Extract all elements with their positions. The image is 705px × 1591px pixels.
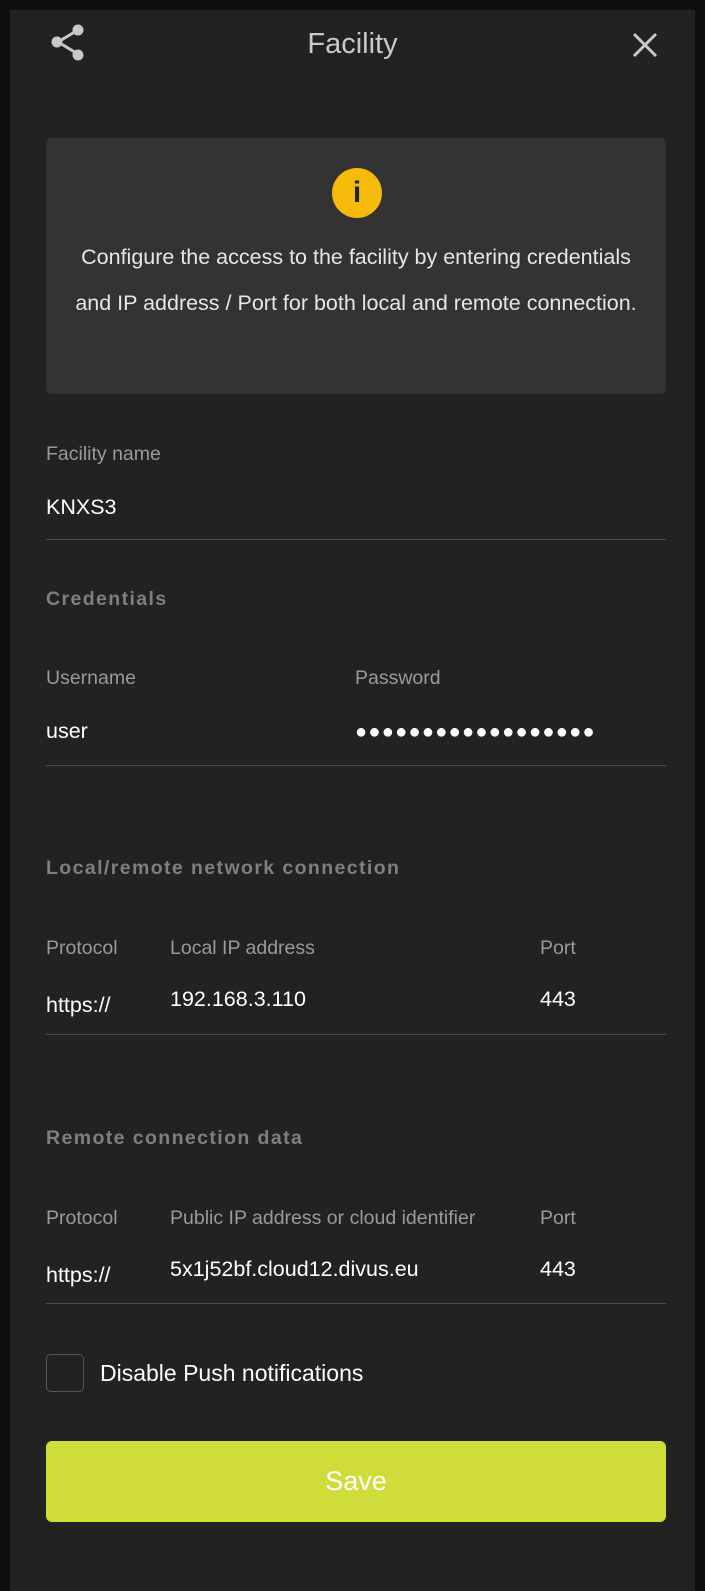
facility-name-label: Facility name	[46, 443, 161, 465]
credentials-section-title: Credentials	[46, 588, 168, 610]
local-protocol-select[interactable]: https://	[46, 991, 111, 1019]
facility-screen: Facility i Configure the access to the f…	[10, 10, 695, 1591]
divider	[46, 539, 666, 540]
remote-connection-section-title: Remote connection data	[46, 1127, 304, 1149]
username-label: Username	[46, 667, 136, 689]
remote-port-label: Port	[540, 1207, 576, 1229]
info-panel: i Configure the access to the facility b…	[46, 138, 666, 394]
remote-protocol-label: Protocol	[46, 1207, 118, 1229]
close-icon[interactable]	[630, 30, 660, 60]
page-title: Facility	[307, 28, 398, 60]
header: Facility	[10, 10, 695, 80]
local-ip-field[interactable]: 192.168.3.110	[170, 985, 306, 1013]
local-ip-label: Local IP address	[170, 937, 315, 959]
local-protocol-label: Protocol	[46, 937, 118, 959]
password-label: Password	[355, 667, 441, 689]
divider	[46, 1303, 666, 1304]
disable-push-label[interactable]: Disable Push notifications	[100, 1359, 363, 1387]
disable-push-checkbox[interactable]	[46, 1354, 84, 1392]
divider	[46, 1034, 666, 1035]
local-port-field[interactable]: 443	[540, 985, 576, 1013]
remote-address-field[interactable]: 5x1j52bf.cloud12.divus.eu	[170, 1255, 419, 1283]
remote-protocol-select[interactable]: https://	[46, 1261, 111, 1289]
facility-name-field[interactable]: KNXS3	[46, 493, 117, 521]
info-icon: i	[332, 168, 382, 218]
local-connection-section-title: Local/remote network connection	[46, 857, 401, 879]
save-button[interactable]: Save	[46, 1441, 666, 1522]
remote-port-field[interactable]: 443	[540, 1255, 576, 1283]
username-field[interactable]: user	[46, 717, 88, 745]
info-text: Configure the access to the facility by …	[75, 245, 637, 315]
remote-address-label: Public IP address or cloud identifier	[170, 1207, 476, 1229]
local-port-label: Port	[540, 937, 576, 959]
divider	[46, 765, 666, 766]
password-field[interactable]: ●●●●●●●●●●●●●●●●●●	[355, 718, 596, 746]
